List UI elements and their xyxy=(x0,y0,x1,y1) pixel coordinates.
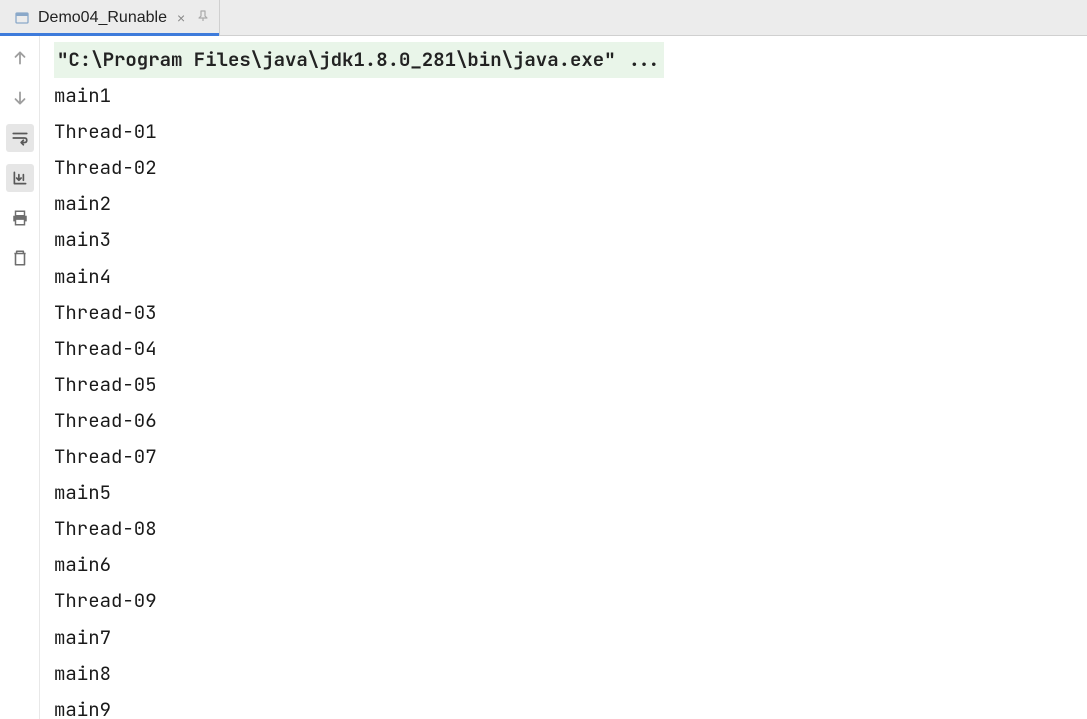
tab-bar: Demo04_Runable × xyxy=(0,0,1087,36)
down-stack-button[interactable] xyxy=(6,84,34,112)
console-output-line: main8 xyxy=(54,656,1087,692)
console-output-line: main1 xyxy=(54,78,1087,114)
console-toolbar xyxy=(0,36,40,719)
console-output-line: Thread-07 xyxy=(54,439,1087,475)
console-output-line: main9 xyxy=(54,692,1087,719)
console-output-line: main2 xyxy=(54,186,1087,222)
console-output-line: Thread-03 xyxy=(54,295,1087,331)
console-output-line: Thread-08 xyxy=(54,511,1087,547)
close-icon[interactable]: × xyxy=(175,10,187,26)
console-output-line: main5 xyxy=(54,475,1087,511)
console-output-line: main3 xyxy=(54,222,1087,258)
print-button[interactable] xyxy=(6,204,34,232)
console-output-line: Thread-06 xyxy=(54,403,1087,439)
console-output-line: main7 xyxy=(54,620,1087,656)
console-output-line: main4 xyxy=(54,259,1087,295)
run-config-icon xyxy=(14,10,30,26)
up-stack-button[interactable] xyxy=(6,44,34,72)
console-command-line: "C:\Program Files\java\jdk1.8.0_281\bin\… xyxy=(54,42,664,78)
scroll-to-end-button[interactable] xyxy=(6,164,34,192)
console-output-line: main6 xyxy=(54,547,1087,583)
clear-all-button[interactable] xyxy=(6,244,34,272)
console-output-line: Thread-02 xyxy=(54,150,1087,186)
tab-demo04-runable[interactable]: Demo04_Runable × xyxy=(0,0,220,35)
tab-label: Demo04_Runable xyxy=(38,9,167,27)
console-output-line: Thread-09 xyxy=(54,583,1087,619)
pin-icon[interactable] xyxy=(197,10,209,25)
console-output[interactable]: "C:\Program Files\java\jdk1.8.0_281\bin\… xyxy=(40,36,1087,719)
console-output-line: Thread-05 xyxy=(54,367,1087,403)
console-output-line: Thread-01 xyxy=(54,114,1087,150)
console-output-line: Thread-04 xyxy=(54,331,1087,367)
soft-wrap-button[interactable] xyxy=(6,124,34,152)
